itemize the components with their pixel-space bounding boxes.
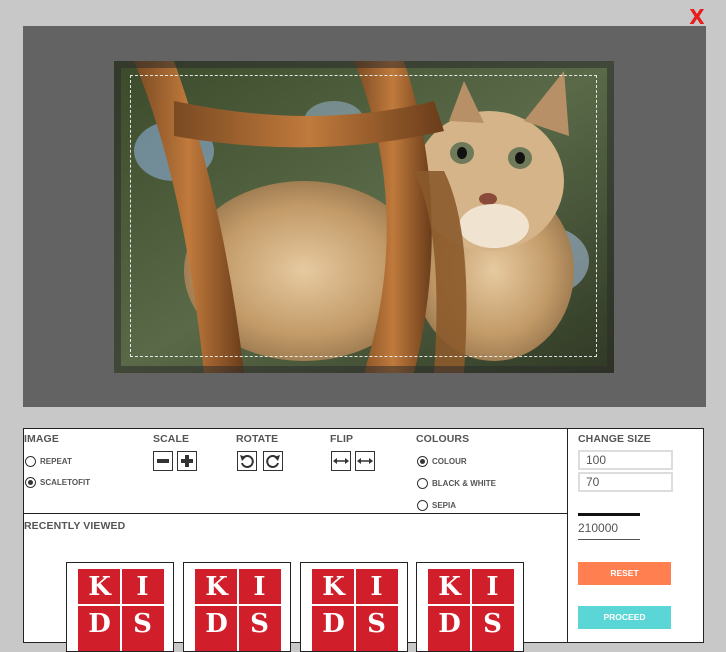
- logo-letter: S: [483, 609, 502, 639]
- total-divider: [578, 513, 640, 516]
- image-preview-canvas: [23, 26, 706, 407]
- logo-letter: K: [205, 572, 228, 602]
- colours-heading: COLOURS: [416, 433, 470, 445]
- plus-icon: [181, 455, 193, 467]
- radio-icon: [417, 478, 428, 489]
- flip-vertical-icon: [357, 458, 373, 464]
- scale-up-button[interactable]: [177, 451, 197, 471]
- logo-letter: S: [367, 609, 386, 639]
- kids-logo: K I D S: [312, 569, 398, 651]
- logo-letter: D: [438, 609, 461, 639]
- rotate-right-button[interactable]: [263, 451, 283, 471]
- flip-horizontal-button[interactable]: [331, 451, 351, 471]
- rotate-left-icon: [240, 455, 254, 468]
- colour-option-sepia[interactable]: SEPIA: [417, 500, 456, 511]
- width-input[interactable]: 100: [578, 450, 673, 470]
- recent-thumbnail[interactable]: K I D S: [300, 562, 408, 652]
- total-size-value: 210000: [578, 517, 640, 540]
- flip-vertical-button[interactable]: [355, 451, 375, 471]
- rotate-left-button[interactable]: [237, 451, 257, 471]
- height-input[interactable]: 70: [578, 472, 673, 492]
- radio-selected-icon: [25, 477, 36, 488]
- edit-tools-panel: IMAGE REPEAT SCALETOFIT SCALE ROTATE FLI…: [23, 428, 568, 514]
- proceed-button[interactable]: PROCEED: [578, 606, 671, 629]
- recent-thumbnail[interactable]: K I D S: [416, 562, 524, 652]
- reset-button[interactable]: RESET: [578, 562, 671, 585]
- rotate-right-icon: [266, 455, 280, 468]
- colour-option-colour[interactable]: COLOUR: [417, 456, 467, 467]
- recent-thumbnail[interactable]: K I D S: [66, 562, 174, 652]
- scale-down-button[interactable]: [153, 451, 173, 471]
- option-label: COLOUR: [432, 457, 467, 466]
- logo-letter: D: [205, 609, 228, 639]
- logo-letter: K: [322, 572, 345, 602]
- recent-thumbnail[interactable]: K I D S: [183, 562, 291, 652]
- logo-letter: S: [250, 609, 269, 639]
- flip-heading: FLIP: [330, 433, 354, 445]
- bobcat-kitten-photo: [114, 61, 614, 373]
- logo-letter: D: [88, 609, 111, 639]
- logo-letter: S: [133, 609, 152, 639]
- logo-letter: K: [88, 572, 111, 602]
- kids-logo: K I D S: [428, 569, 514, 651]
- logo-letter: I: [486, 572, 499, 602]
- image-option-repeat[interactable]: REPEAT: [25, 456, 72, 467]
- radio-icon: [417, 500, 428, 511]
- option-label: REPEAT: [40, 457, 72, 466]
- recently-viewed-heading: RECENTLY VIEWED: [24, 520, 126, 532]
- radio-icon: [25, 456, 36, 467]
- flip-horizontal-icon: [333, 458, 349, 464]
- preview-image[interactable]: [114, 61, 614, 373]
- kids-logo: K I D S: [78, 569, 164, 651]
- change-size-panel: CHANGE SIZE 100 70 210000 RESET PROCEED: [567, 428, 704, 643]
- change-size-heading: CHANGE SIZE: [578, 433, 651, 445]
- option-label: BLACK & WHITE: [432, 479, 496, 488]
- logo-letter: I: [136, 572, 149, 602]
- logo-letter: K: [438, 572, 461, 602]
- image-editor-modal: X IMAGE REPEAT SCALETOFIT SCALE ROTATE F…: [0, 0, 726, 652]
- scale-heading: SCALE: [153, 433, 190, 445]
- colour-option-black-white[interactable]: BLACK & WHITE: [417, 478, 496, 489]
- option-label: SEPIA: [432, 501, 457, 510]
- logo-letter: D: [322, 609, 345, 639]
- rotate-heading: ROTATE: [236, 433, 279, 445]
- kids-logo: K I D S: [195, 569, 281, 651]
- recently-viewed-panel: RECENTLY VIEWED K I D S K I D S K I D S …: [23, 513, 568, 652]
- close-button[interactable]: X: [686, 6, 708, 28]
- option-label: SCALETOFIT: [40, 478, 91, 487]
- logo-letter: I: [253, 572, 266, 602]
- image-heading: IMAGE: [24, 433, 59, 445]
- image-option-scaletofit[interactable]: SCALETOFIT: [25, 477, 90, 488]
- radio-selected-icon: [417, 456, 428, 467]
- minus-icon: [157, 459, 169, 463]
- logo-letter: I: [370, 572, 383, 602]
